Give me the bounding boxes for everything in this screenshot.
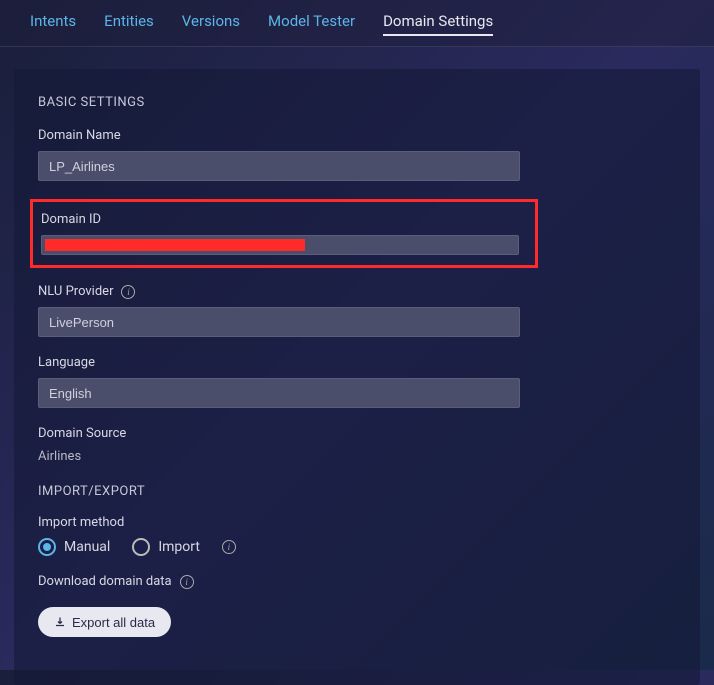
nlu-provider-input[interactable] (38, 307, 520, 337)
radio-manual-control[interactable] (38, 538, 56, 556)
radio-import-label: Import (158, 539, 200, 555)
info-icon[interactable]: i (121, 285, 135, 299)
download-domain-data-label: Download domain data i (38, 574, 676, 589)
import-method-radio-group: Manual Import i (38, 538, 676, 556)
language-field: Language (38, 355, 676, 408)
redacted-bar (45, 239, 305, 251)
download-icon (54, 616, 66, 628)
export-all-data-button[interactable]: Export all data (38, 607, 171, 637)
domain-source-field: Domain Source Airlines (38, 426, 676, 464)
tab-bar: Intents Entities Versions Model Tester D… (0, 0, 714, 47)
radio-import[interactable]: Import (132, 538, 200, 556)
language-input[interactable] (38, 378, 520, 408)
nlu-provider-label: NLU Provider i (38, 284, 676, 299)
domain-id-highlight: Domain ID (30, 199, 538, 268)
domain-id-label: Domain ID (41, 212, 529, 227)
tab-entities[interactable]: Entities (104, 12, 154, 36)
tab-versions[interactable]: Versions (182, 12, 240, 36)
import-export-header: IMPORT/EXPORT (38, 484, 676, 499)
domain-name-field: Domain Name (38, 128, 676, 181)
import-method-field: Import method Manual Import i (38, 515, 676, 556)
domain-name-label: Domain Name (38, 128, 676, 143)
nlu-provider-label-text: NLU Provider (38, 284, 113, 299)
radio-import-control[interactable] (132, 538, 150, 556)
tab-domain-settings[interactable]: Domain Settings (383, 12, 493, 36)
tab-intents[interactable]: Intents (30, 12, 76, 36)
tab-model-tester[interactable]: Model Tester (268, 12, 355, 36)
download-domain-data-label-text: Download domain data (38, 574, 172, 589)
export-all-data-label: Export all data (72, 615, 155, 630)
language-label: Language (38, 355, 676, 370)
info-icon[interactable]: i (180, 575, 194, 589)
domain-source-label: Domain Source (38, 426, 676, 441)
radio-manual-label: Manual (64, 539, 110, 555)
radio-manual[interactable]: Manual (38, 538, 110, 556)
import-method-label: Import method (38, 515, 676, 530)
basic-settings-header: BASIC SETTINGS (38, 95, 676, 110)
download-domain-data-field: Download domain data i Export all data (38, 574, 676, 637)
domain-id-input[interactable] (41, 235, 519, 255)
settings-panel: BASIC SETTINGS Domain Name Domain ID NLU… (14, 69, 700, 685)
domain-source-value: Airlines (38, 449, 676, 464)
info-icon[interactable]: i (222, 540, 236, 554)
nlu-provider-field: NLU Provider i (38, 284, 676, 337)
domain-name-input[interactable] (38, 151, 520, 181)
